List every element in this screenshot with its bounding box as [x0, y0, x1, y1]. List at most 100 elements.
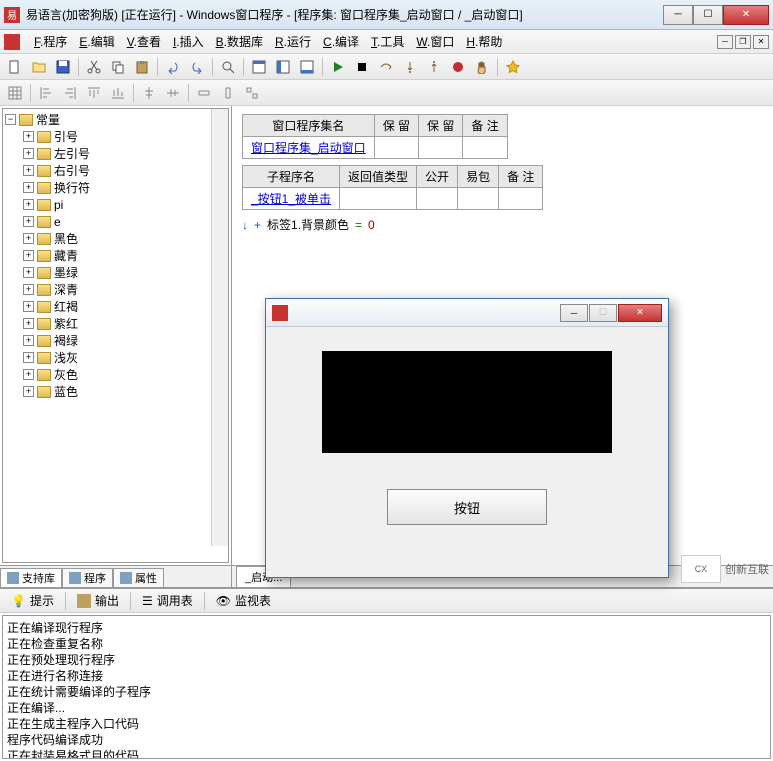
mdi-restore[interactable]: ❐ — [735, 35, 751, 49]
run-icon[interactable] — [327, 56, 349, 78]
redo-icon[interactable] — [186, 56, 208, 78]
tab-call-stack[interactable]: ☰调用表 — [135, 589, 200, 612]
menu-编译[interactable]: C.编译 — [317, 31, 365, 52]
align-right-icon[interactable] — [59, 82, 81, 104]
panel3-icon[interactable] — [296, 56, 318, 78]
tree-item[interactable]: +黑色 — [23, 230, 226, 247]
same-width-icon[interactable] — [193, 82, 215, 104]
tree-expand-icon[interactable]: + — [23, 148, 34, 159]
tree-expand-icon[interactable]: + — [23, 250, 34, 261]
tree-expand-icon[interactable]: + — [23, 386, 34, 397]
menu-数据库[interactable]: B.数据库 — [210, 31, 269, 52]
constant-tree[interactable]: − 常量 +引号+左引号+右引号+换行符+pi+e+黑色+藏青+墨绿+深青+红褐… — [2, 108, 229, 563]
undo-icon[interactable] — [162, 56, 184, 78]
breakpoint-icon[interactable] — [447, 56, 469, 78]
menu-帮助[interactable]: H.帮助 — [460, 31, 508, 52]
find-icon[interactable] — [217, 56, 239, 78]
mdi-minimize[interactable]: ─ — [717, 35, 733, 49]
tree-expand-icon[interactable]: + — [23, 352, 34, 363]
tree-item[interactable]: +墨绿 — [23, 264, 226, 281]
menu-查看[interactable]: V.查看 — [121, 31, 167, 52]
tree-item[interactable]: +红褐 — [23, 298, 226, 315]
code-line[interactable]: ↓ + 标签1.背景颜色 = 0 — [242, 216, 763, 233]
tree-expand-icon[interactable]: + — [23, 165, 34, 176]
tree-item[interactable]: +pi — [23, 196, 226, 213]
tree-item[interactable]: +e — [23, 213, 226, 230]
minimize-button[interactable]: ─ — [663, 5, 693, 25]
tree-collapse-icon[interactable]: − — [5, 114, 16, 125]
menu-工具[interactable]: T.工具 — [365, 31, 410, 52]
tree-expand-icon[interactable]: + — [23, 131, 34, 142]
tree-expand-icon[interactable]: + — [23, 284, 34, 295]
dialog-minimize-button[interactable]: ─ — [560, 304, 588, 322]
subroutine-table[interactable]: 子程序名返回值类型公开易包备 注 _按钮1_被单击 — [242, 165, 543, 210]
menu-插入[interactable]: I.插入 — [167, 31, 210, 52]
tree-expand-icon[interactable]: + — [23, 318, 34, 329]
tree-expand-icon[interactable]: + — [23, 267, 34, 278]
runtime-dialog[interactable]: ─ ☐ ✕ 按钮 — [265, 298, 669, 578]
step-into-icon[interactable] — [399, 56, 421, 78]
align-top-icon[interactable] — [83, 82, 105, 104]
menu-窗口[interactable]: W.窗口 — [410, 31, 460, 52]
tree-item[interactable]: +褐绿 — [23, 332, 226, 349]
panel2-icon[interactable] — [272, 56, 294, 78]
new-icon[interactable] — [4, 56, 26, 78]
tree-expand-icon[interactable]: + — [23, 301, 34, 312]
tree-expand-icon[interactable]: + — [23, 233, 34, 244]
plus-icon[interactable]: + — [254, 218, 261, 232]
procedure-set-table[interactable]: 窗口程序集名保 留保 留备 注 窗口程序集_启动窗口 — [242, 114, 508, 159]
tree-item[interactable]: +灰色 — [23, 366, 226, 383]
tree-item[interactable]: +藏青 — [23, 247, 226, 264]
center-h-icon[interactable] — [138, 82, 160, 104]
stop-icon[interactable] — [351, 56, 373, 78]
cut-icon[interactable] — [83, 56, 105, 78]
align-left-icon[interactable] — [35, 82, 57, 104]
dialog-close-button[interactable]: ✕ — [618, 304, 662, 322]
tree-expand-icon[interactable]: + — [23, 182, 34, 193]
maximize-button[interactable]: ☐ — [693, 5, 723, 25]
center-v-icon[interactable] — [162, 82, 184, 104]
tab-program[interactable]: 程序 — [62, 568, 113, 587]
tree-item[interactable]: +左引号 — [23, 145, 226, 162]
output-text-area[interactable]: 正在编译现行程序正在检查重复名称正在预处理现行程序正在进行名称连接正在统计需要编… — [2, 615, 771, 759]
procedure-set-link[interactable]: 窗口程序集_启动窗口 — [243, 137, 375, 159]
tree-item[interactable]: +蓝色 — [23, 383, 226, 400]
menu-程序[interactable]: F.程序 — [28, 31, 73, 52]
align-bottom-icon[interactable] — [107, 82, 129, 104]
tab-hint[interactable]: 💡提示 — [4, 589, 61, 612]
same-height-icon[interactable] — [217, 82, 239, 104]
tree-expand-icon[interactable]: + — [23, 199, 34, 210]
paste-icon[interactable] — [131, 56, 153, 78]
tree-item[interactable]: +深青 — [23, 281, 226, 298]
open-icon[interactable] — [28, 56, 50, 78]
tab-properties[interactable]: 属性 — [113, 568, 164, 587]
panel1-icon[interactable] — [248, 56, 270, 78]
button1[interactable]: 按钮 — [387, 489, 547, 525]
tree-item[interactable]: +右引号 — [23, 162, 226, 179]
tree-expand-icon[interactable]: + — [23, 369, 34, 380]
mdi-close[interactable]: ✕ — [753, 35, 769, 49]
tab-watch[interactable]: 👁监视表 — [209, 589, 278, 612]
tree-expand-icon[interactable]: + — [23, 335, 34, 346]
grid-icon[interactable] — [4, 82, 26, 104]
tab-support-lib[interactable]: 支持库 — [0, 568, 62, 587]
hand-icon[interactable] — [471, 56, 493, 78]
step-over-icon[interactable] — [375, 56, 397, 78]
subroutine-link[interactable]: _按钮1_被单击 — [243, 188, 340, 210]
tree-item[interactable]: +引号 — [23, 128, 226, 145]
tree-item[interactable]: +换行符 — [23, 179, 226, 196]
step-out-icon[interactable] — [423, 56, 445, 78]
menu-运行[interactable]: R.运行 — [269, 31, 317, 52]
tree-item[interactable]: +浅灰 — [23, 349, 226, 366]
same-size-icon[interactable] — [241, 82, 263, 104]
menu-编辑[interactable]: E.编辑 — [73, 31, 120, 52]
tree-expand-icon[interactable]: + — [23, 216, 34, 227]
knowledge-icon[interactable] — [502, 56, 524, 78]
dialog-title-bar[interactable]: ─ ☐ ✕ — [266, 299, 668, 327]
close-button[interactable]: ✕ — [723, 5, 769, 25]
tree-item[interactable]: +紫红 — [23, 315, 226, 332]
copy-icon[interactable] — [107, 56, 129, 78]
tab-output[interactable]: 输出 — [70, 589, 126, 612]
folder-icon — [37, 182, 51, 194]
save-icon[interactable] — [52, 56, 74, 78]
